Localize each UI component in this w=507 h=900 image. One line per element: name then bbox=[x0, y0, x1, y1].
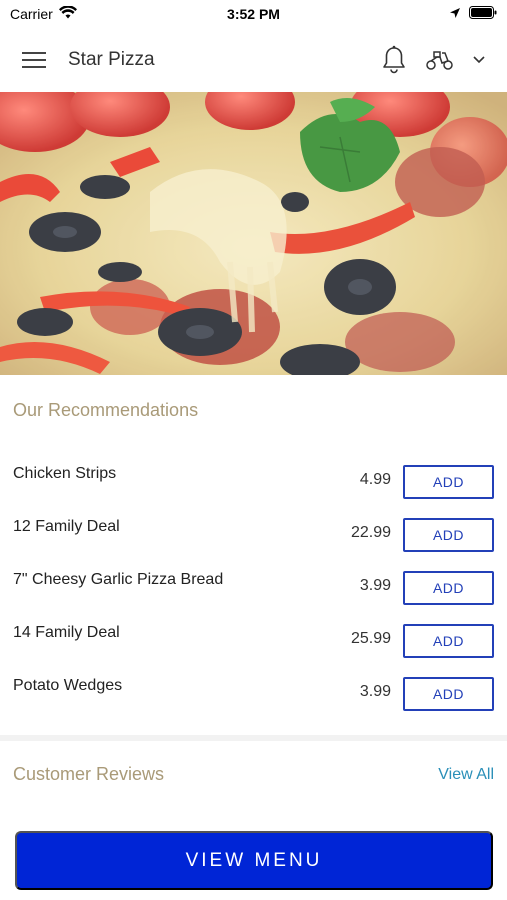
item-name: 12 Family Deal bbox=[13, 518, 120, 535]
item-price: 25.99 bbox=[350, 630, 391, 647]
add-button[interactable]: ADD bbox=[403, 518, 494, 552]
item-name: Chicken Strips bbox=[13, 465, 117, 482]
view-menu-button[interactable]: VIEW MENU bbox=[15, 831, 493, 890]
list-item: 7" Cheesy Garlic Pizza Bread 3.99 ADD bbox=[0, 561, 507, 614]
status-left: Carrier bbox=[10, 5, 77, 22]
add-button[interactable]: ADD bbox=[403, 624, 494, 658]
list-item: Chicken Strips 4.99 ADD bbox=[0, 455, 507, 508]
reviews-title: Customer Reviews bbox=[13, 764, 165, 784]
item-name: 7" Cheesy Garlic Pizza Bread bbox=[13, 571, 224, 588]
bell-icon[interactable] bbox=[381, 45, 407, 75]
item-price: 22.99 bbox=[350, 524, 391, 541]
item-name: Potato Wedges bbox=[13, 677, 123, 694]
add-button[interactable]: ADD bbox=[403, 465, 494, 499]
list-item: 12 Family Deal 22.99 ADD bbox=[0, 508, 507, 561]
battery-icon bbox=[469, 6, 497, 22]
chevron-down-icon[interactable] bbox=[473, 56, 485, 64]
section-divider bbox=[0, 735, 507, 741]
status-right bbox=[449, 6, 497, 22]
list-item: 14 Family Deal 25.99 ADD bbox=[0, 614, 507, 667]
item-price: 4.99 bbox=[359, 471, 391, 488]
add-button[interactable]: ADD bbox=[403, 677, 494, 711]
reviews-header: Customer Reviews View All bbox=[13, 764, 494, 785]
app-header: Star Pizza bbox=[0, 28, 507, 92]
carrier-label: Carrier bbox=[10, 6, 53, 22]
header-actions bbox=[381, 45, 485, 75]
item-name: 14 Family Deal bbox=[13, 624, 120, 641]
add-button[interactable]: ADD bbox=[403, 571, 494, 605]
pizza-illustration bbox=[0, 92, 507, 375]
recommendations-list: Chicken Strips 4.99 ADD 12 Family Deal 2… bbox=[0, 455, 507, 720]
recommendations-title: Our Recommendations bbox=[13, 400, 199, 420]
wifi-icon bbox=[58, 5, 77, 22]
hamburger-menu-icon[interactable] bbox=[22, 51, 46, 69]
hero-image-pizza bbox=[0, 92, 507, 375]
status-bar: Carrier 3:52 PM bbox=[0, 0, 507, 28]
location-arrow-icon bbox=[449, 6, 461, 22]
app-title: Star Pizza bbox=[68, 49, 155, 70]
view-all-link[interactable]: View All bbox=[438, 766, 494, 784]
list-item: Potato Wedges 3.99 ADD bbox=[0, 667, 507, 720]
item-price: 3.99 bbox=[359, 577, 391, 594]
item-price: 3.99 bbox=[359, 683, 391, 700]
scooter-icon[interactable] bbox=[425, 49, 455, 71]
